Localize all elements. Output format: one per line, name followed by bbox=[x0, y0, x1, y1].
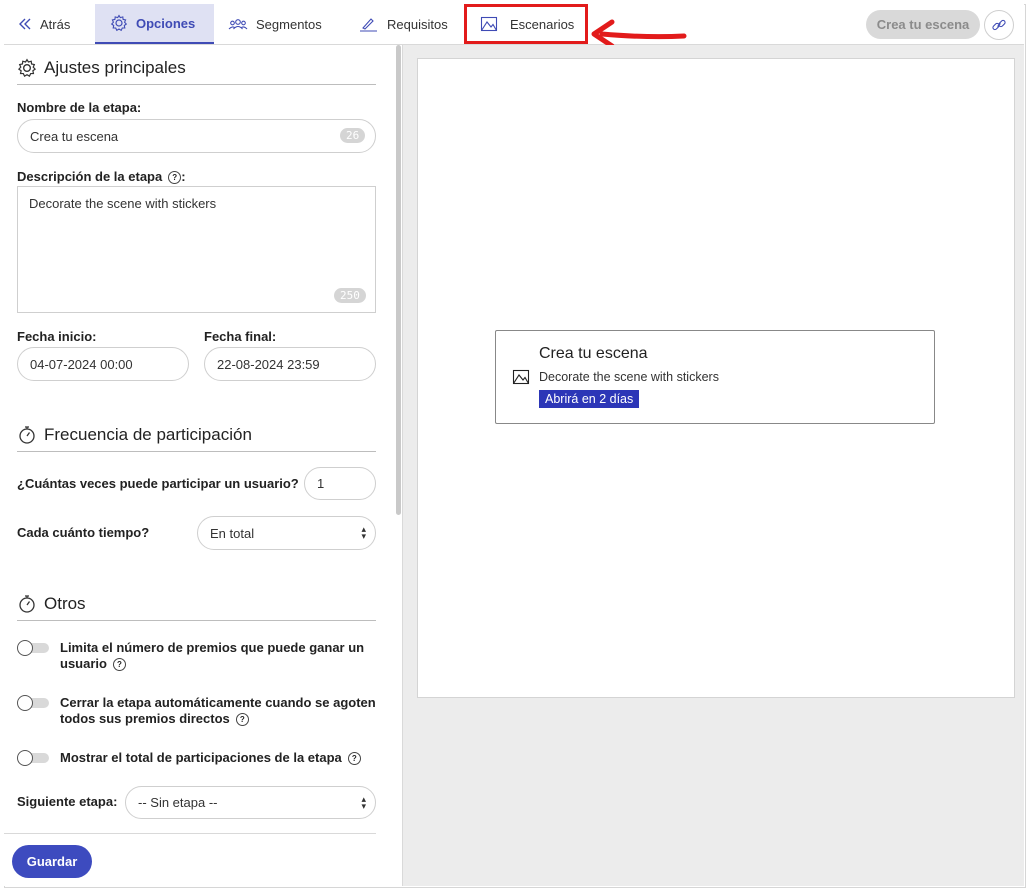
tab-segmentos-label: Segmentos bbox=[256, 16, 322, 32]
next-stage-label: Siguiente etapa: bbox=[17, 794, 118, 809]
scene-icon bbox=[512, 369, 530, 385]
participation-times-input[interactable]: 1 bbox=[304, 467, 376, 500]
help-icon[interactable]: ? bbox=[168, 171, 182, 185]
start-date-label: Fecha inicio: bbox=[17, 329, 97, 344]
limit-prizes-label: Limita el número de premios que puede ga… bbox=[60, 640, 364, 672]
divider bbox=[17, 84, 376, 85]
limit-prizes-label-line2: usuario bbox=[60, 656, 107, 671]
stage-name-label: Nombre de la etapa: bbox=[17, 100, 142, 115]
tab-requisitos[interactable]: Requisitos bbox=[359, 4, 448, 44]
select-arrows-icon: ▴ ▾ bbox=[361, 793, 366, 811]
people-icon bbox=[228, 19, 248, 30]
limit-prizes-toggle[interactable] bbox=[17, 640, 49, 656]
preview-status-badge: Abrirá en 2 días bbox=[539, 390, 640, 408]
stage-name-button[interactable]: Crea tu escena bbox=[866, 10, 980, 39]
others-heading: Otros bbox=[17, 594, 86, 614]
settings-scrollbar[interactable] bbox=[394, 45, 402, 515]
gear-icon bbox=[110, 14, 128, 32]
stopwatch-icon bbox=[19, 426, 35, 444]
scrollbar-thumb[interactable] bbox=[396, 45, 401, 515]
stage-description-textarea[interactable]: Decorate the scene with stickers bbox=[17, 186, 376, 313]
pen-icon bbox=[360, 18, 377, 32]
stage-description-label-text: Descripción de la etapa bbox=[17, 169, 163, 184]
stage-name-input[interactable]: Crea tu escena bbox=[17, 119, 376, 153]
tab-segmentos[interactable]: Segmentos bbox=[228, 4, 322, 44]
participation-times-value: 1 bbox=[317, 476, 325, 491]
stage-description-value: Decorate the scene with stickers bbox=[29, 196, 217, 211]
gear-icon bbox=[17, 58, 37, 77]
preview-description: Decorate the scene with stickers bbox=[539, 370, 719, 384]
link-icon bbox=[992, 19, 1006, 31]
back-label: Atrás bbox=[40, 16, 71, 32]
save-button[interactable]: Guardar bbox=[12, 845, 92, 878]
participation-period-select[interactable]: En total ▴ ▾ bbox=[197, 516, 376, 550]
show-total-label-text: Mostrar el total de participaciones de l… bbox=[60, 750, 342, 765]
participation-period-label: Cada cuánto tiempo? bbox=[17, 525, 150, 540]
participation-times-label: ¿Cuántas veces puede participar un usuar… bbox=[17, 476, 299, 491]
tab-opciones[interactable]: Opciones bbox=[95, 4, 214, 44]
tab-opciones-label: Opciones bbox=[136, 15, 196, 31]
stage-description-label: Descripción de la etapa?: bbox=[17, 169, 186, 185]
help-icon[interactable]: ? bbox=[235, 713, 249, 727]
auto-close-label-line2: todos sus premios directos bbox=[60, 711, 230, 726]
frequency-title: Frecuencia de participación bbox=[44, 425, 252, 444]
auto-close-label: Cerrar la etapa automáticamente cuando s… bbox=[60, 695, 376, 727]
main-settings-heading: Ajustes principales bbox=[17, 58, 186, 78]
link-button[interactable] bbox=[984, 10, 1014, 40]
next-stage-value: -- Sin etapa -- bbox=[138, 795, 218, 810]
footer-divider bbox=[4, 833, 376, 834]
auto-close-toggle[interactable] bbox=[17, 695, 49, 711]
stage-name-counter: 26 bbox=[340, 128, 366, 143]
divider bbox=[17, 451, 376, 452]
next-stage-select[interactable]: -- Sin etapa -- ▴ ▾ bbox=[125, 786, 376, 819]
show-total-label: Mostrar el total de participaciones de l… bbox=[60, 750, 361, 766]
stage-description-label-colon: : bbox=[181, 169, 186, 184]
limit-prizes-label-line1: Limita el número de premios que puede ga… bbox=[60, 640, 365, 655]
participation-period-value: En total bbox=[210, 525, 255, 541]
frequency-heading: Frecuencia de participación bbox=[17, 425, 252, 445]
start-date-value: 04-07-2024 00:00 bbox=[30, 356, 133, 372]
divider bbox=[17, 620, 376, 621]
main-settings-title: Ajustes principales bbox=[44, 58, 186, 77]
stage-name-value: Crea tu escena bbox=[30, 128, 119, 144]
back-button[interactable]: Atrás bbox=[18, 4, 96, 44]
preview-title: Crea tu escena bbox=[539, 345, 648, 362]
end-date-value: 22-08-2024 23:59 bbox=[217, 356, 320, 372]
double-chevron-left-icon bbox=[19, 18, 31, 30]
select-arrows-icon: ▴ ▾ bbox=[361, 524, 366, 541]
end-date-input[interactable]: 22-08-2024 23:59 bbox=[204, 347, 376, 381]
help-icon[interactable]: ? bbox=[347, 752, 361, 766]
others-title: Otros bbox=[44, 594, 86, 613]
highlight-annotation-box bbox=[464, 4, 588, 44]
help-icon[interactable]: ? bbox=[112, 658, 126, 672]
auto-close-label-line1: Cerrar la etapa automáticamente cuando s… bbox=[60, 695, 376, 710]
start-date-input[interactable]: 04-07-2024 00:00 bbox=[17, 347, 189, 381]
tab-requisitos-label: Requisitos bbox=[387, 16, 448, 32]
stopwatch-icon bbox=[19, 595, 35, 613]
end-date-label: Fecha final: bbox=[204, 329, 277, 344]
stage-description-counter: 250 bbox=[334, 288, 366, 303]
show-total-toggle[interactable] bbox=[17, 750, 49, 766]
